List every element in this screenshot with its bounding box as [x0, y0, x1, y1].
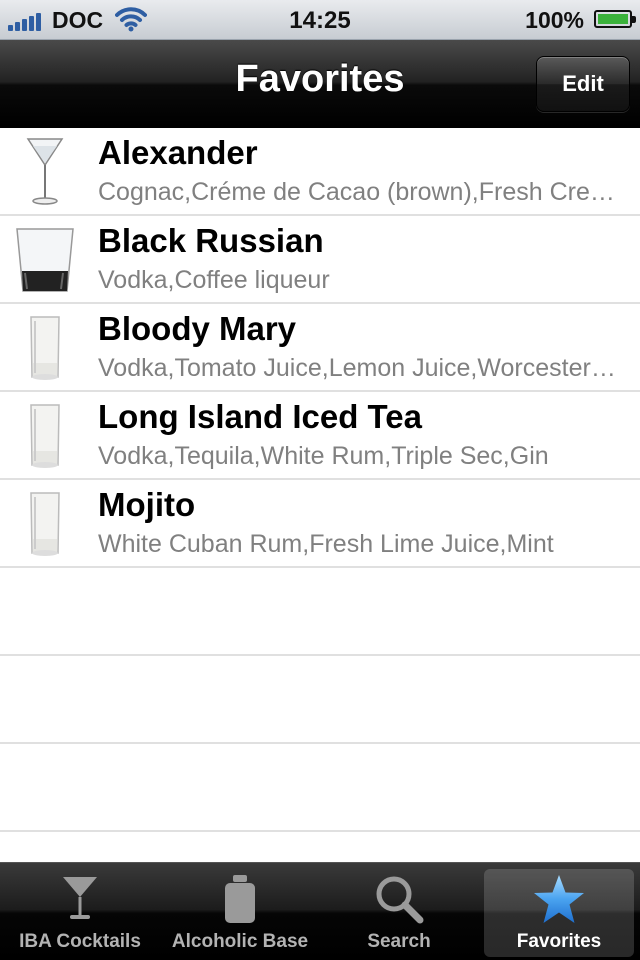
- edit-button[interactable]: Edit: [536, 56, 630, 112]
- tab-search[interactable]: Search: [324, 869, 474, 957]
- bottle-icon: [165, 873, 315, 925]
- cocktail-ingredients: White Cuban Rum,Fresh Lime Juice,Mint: [98, 530, 554, 558]
- empty-row: [0, 656, 640, 744]
- tab-label: Alcoholic Base: [171, 931, 309, 952]
- cocktail-name: Bloody Mary: [98, 310, 297, 347]
- cocktail-glass-icon: [10, 134, 80, 210]
- status-bar: DOC 14:25 100%: [0, 0, 640, 40]
- battery-fill: [598, 14, 628, 24]
- tab-label: IBA Cocktails: [19, 931, 141, 952]
- cocktail-glass-icon: [5, 873, 155, 925]
- empty-row: [0, 568, 640, 656]
- favorite-row[interactable]: Black Russian Vodka,Coffee liqueur: [0, 216, 640, 304]
- tab-favorites[interactable]: Favorites: [484, 869, 634, 957]
- highball-glass-icon: [10, 398, 80, 474]
- tab-bar: IBA Cocktails Alcoholic Base Search Favorit…: [0, 862, 640, 960]
- cocktail-ingredients: Vodka,Tomato Juice,Lemon Juice,Worcester…: [98, 354, 618, 382]
- cocktail-ingredients: Vodka,Tequila,White Rum,Triple Sec,Gin: [98, 442, 549, 470]
- favorite-row[interactable]: Alexander Cognac,Créme de Cacao (brown),…: [0, 128, 640, 216]
- favorite-row[interactable]: Mojito White Cuban Rum,Fresh Lime Juice,…: [0, 480, 640, 568]
- battery-icon: [594, 10, 636, 28]
- tab-alcoholic-base[interactable]: Alcoholic Base: [165, 869, 315, 957]
- navigation-bar: Favorites Edit: [0, 40, 640, 128]
- tab-iba-cocktails[interactable]: IBA Cocktails: [5, 869, 155, 957]
- tab-label: Favorites: [516, 931, 602, 952]
- cocktail-name: Long Island Iced Tea: [98, 398, 422, 435]
- cocktail-name: Black Russian: [98, 222, 324, 259]
- favorite-row[interactable]: Long Island Iced Tea Vodka,Tequila,White…: [0, 392, 640, 480]
- favorites-list: Alexander Cognac,Créme de Cacao (brown),…: [0, 128, 640, 568]
- favorite-row[interactable]: Bloody Mary Vodka,Tomato Juice,Lemon Jui…: [0, 304, 640, 392]
- cocktail-name: Alexander: [98, 134, 258, 171]
- star-icon: [484, 873, 634, 925]
- tab-label: Search: [367, 931, 431, 952]
- cocktail-ingredients: Vodka,Coffee liqueur: [98, 266, 330, 294]
- cocktail-name: Mojito: [98, 486, 196, 523]
- magnifier-icon: [324, 873, 474, 925]
- old-fashioned-glass-icon: [10, 222, 80, 298]
- highball-glass-icon: [10, 310, 80, 386]
- cocktail-ingredients: Cognac,Créme de Cacao (brown),Fresh Crea…: [98, 178, 618, 206]
- empty-row: [0, 744, 640, 832]
- battery-percent: 100%: [525, 7, 584, 33]
- empty-list-area: [0, 568, 640, 832]
- highball-glass-icon: [10, 486, 80, 562]
